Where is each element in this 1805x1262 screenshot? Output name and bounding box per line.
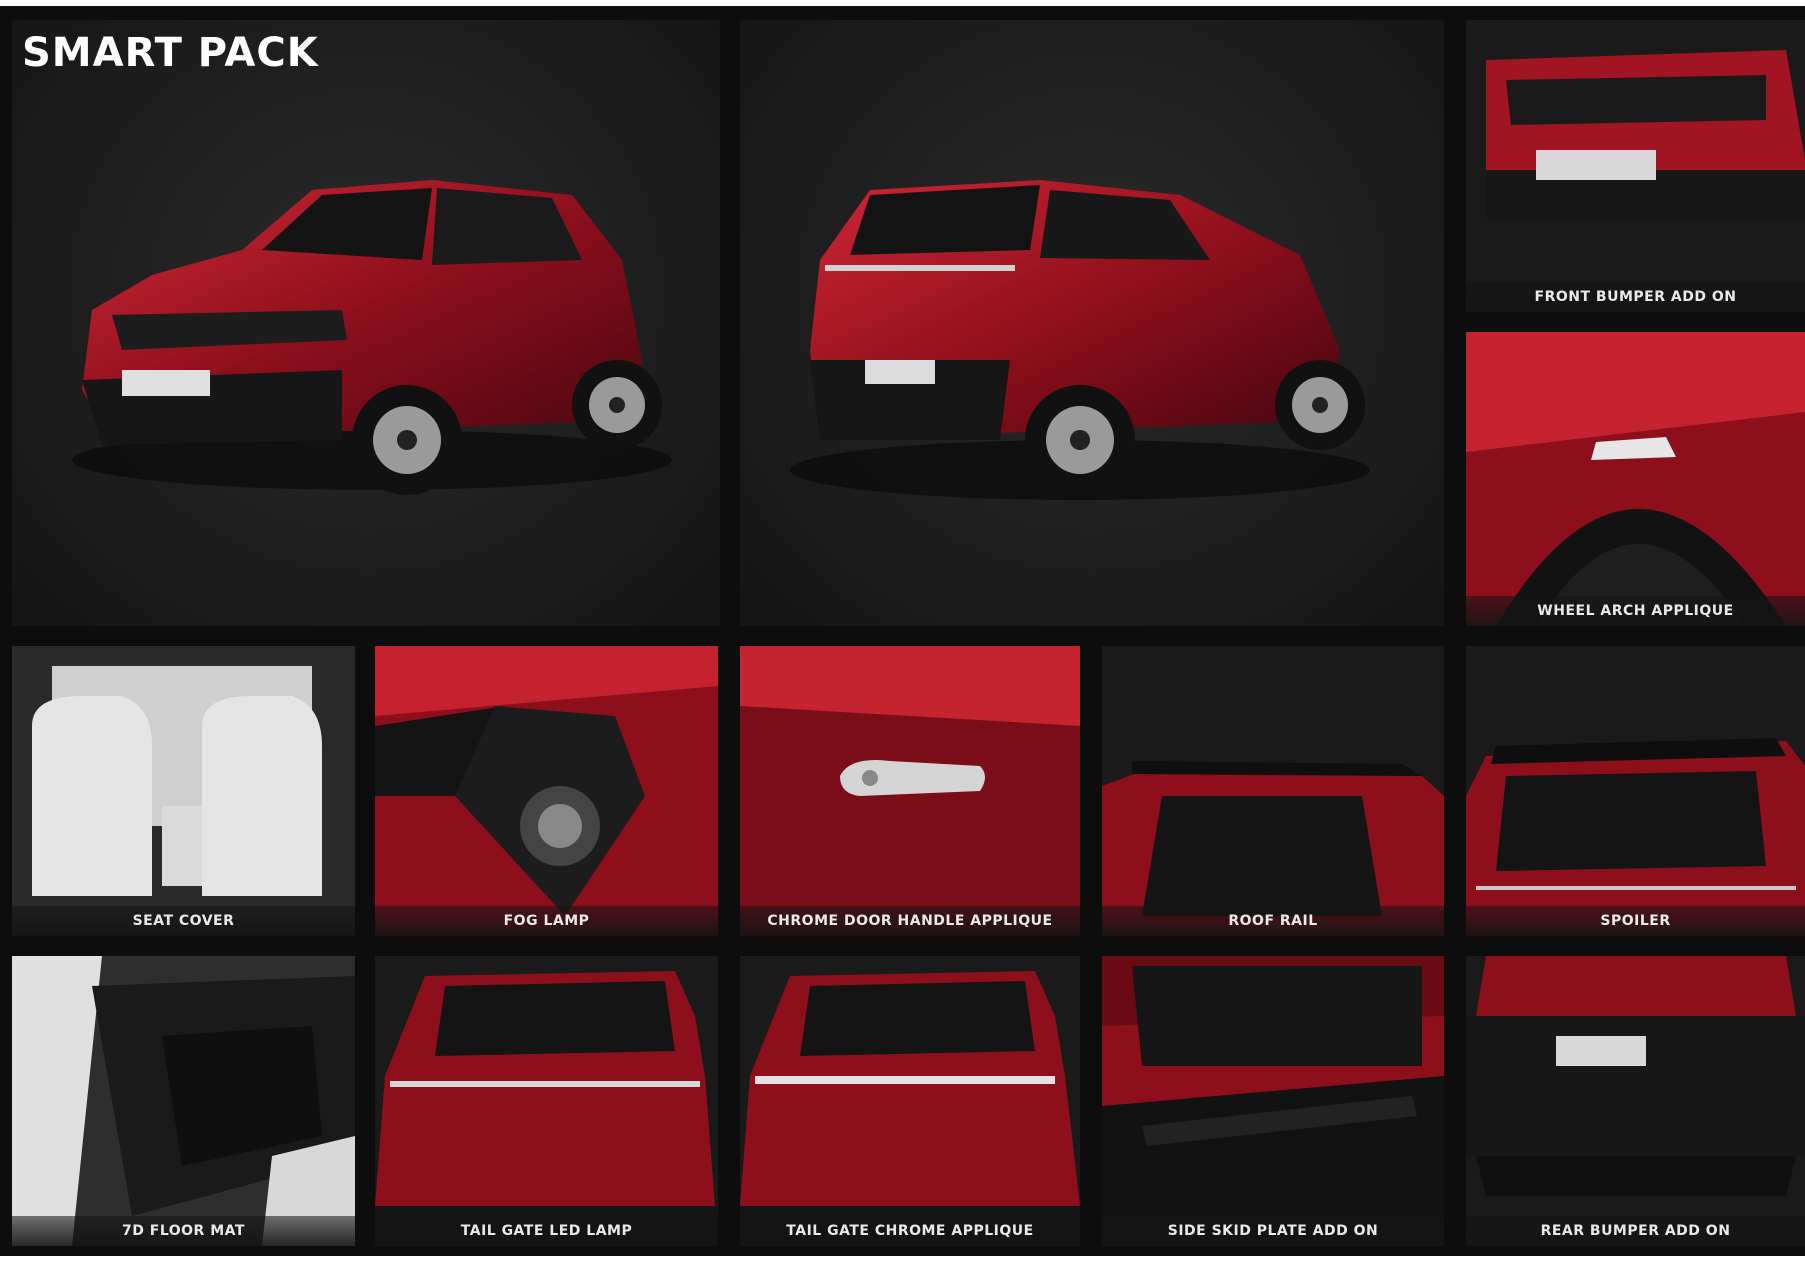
tile-floor-mat[interactable]: 7D FLOOR MAT <box>12 956 355 1246</box>
door-handle-image <box>740 646 1080 936</box>
fog-lamp-image <box>375 646 718 936</box>
caption-floor-mat: 7D FLOOR MAT <box>12 1216 355 1246</box>
tile-suv-rear[interactable] <box>740 20 1444 626</box>
caption-fog-lamp: FOG LAMP <box>375 906 718 936</box>
tile-door-handle[interactable]: CHROME DOOR HANDLE APPLIQUE <box>740 646 1080 936</box>
front-bumper-image <box>1466 20 1805 312</box>
wheel-arch-image <box>1466 332 1805 626</box>
tile-seat-cover[interactable]: SEAT COVER <box>12 646 355 936</box>
side-skid-plate-image <box>1102 956 1444 1246</box>
tail-gate-chrome-image <box>740 956 1080 1246</box>
caption-roof-rail: ROOF RAIL <box>1102 906 1444 936</box>
caption-rear-bumper: REAR BUMPER ADD ON <box>1466 1216 1805 1246</box>
page-title: SMART PACK <box>22 30 319 76</box>
rear-bumper-image <box>1466 956 1805 1246</box>
suv-front-three-quarter-image <box>72 180 672 495</box>
caption-spoiler: SPOILER <box>1466 906 1805 936</box>
caption-door-handle: CHROME DOOR HANDLE APPLIQUE <box>740 906 1080 936</box>
tile-front-bumper[interactable]: FRONT BUMPER ADD ON <box>1466 20 1805 312</box>
caption-tail-gate-led: TAIL GATE LED LAMP <box>375 1216 718 1246</box>
tile-suv-front[interactable] <box>12 20 720 626</box>
tile-rear-bumper[interactable]: REAR BUMPER ADD ON <box>1466 956 1805 1246</box>
smart-pack-sheet: SMART PACK FRONT BUMPER ADD ON WHEEL ARC… <box>0 6 1805 1256</box>
roof-rail-image <box>1102 646 1444 936</box>
tile-fog-lamp[interactable]: FOG LAMP <box>375 646 718 936</box>
caption-wheel-arch: WHEEL ARCH APPLIQUE <box>1466 596 1805 626</box>
tile-spoiler[interactable]: SPOILER <box>1466 646 1805 936</box>
tile-tail-gate-led[interactable]: TAIL GATE LED LAMP <box>375 956 718 1246</box>
tail-gate-led-image <box>375 956 718 1246</box>
tile-roof-rail[interactable]: ROOF RAIL <box>1102 646 1444 936</box>
caption-tail-gate-chrome: TAIL GATE CHROME APPLIQUE <box>740 1216 1080 1246</box>
tile-wheel-arch[interactable]: WHEEL ARCH APPLIQUE <box>1466 332 1805 626</box>
tile-side-skid-plate[interactable]: SIDE SKID PLATE ADD ON <box>1102 956 1444 1246</box>
seat-cover-image <box>12 646 355 936</box>
caption-side-skid-plate: SIDE SKID PLATE ADD ON <box>1102 1216 1444 1246</box>
tile-tail-gate-chrome[interactable]: TAIL GATE CHROME APPLIQUE <box>740 956 1080 1246</box>
floor-mat-image <box>12 956 355 1246</box>
caption-front-bumper: FRONT BUMPER ADD ON <box>1466 282 1805 312</box>
caption-seat-cover: SEAT COVER <box>12 906 355 936</box>
spoiler-image <box>1466 646 1805 936</box>
suv-rear-three-quarter-image <box>790 180 1370 500</box>
